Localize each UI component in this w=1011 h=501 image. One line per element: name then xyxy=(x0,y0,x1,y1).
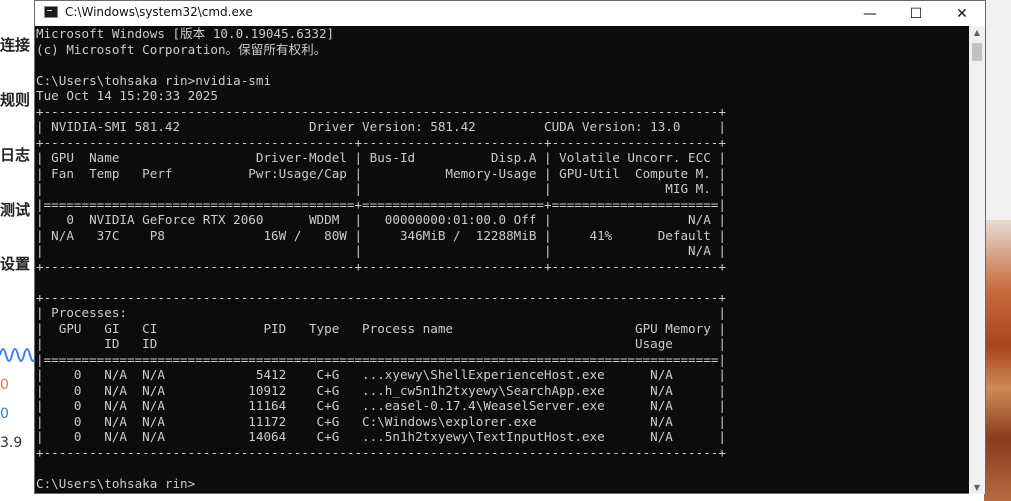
background-app: 连接 规则 日志 测试 设置 0 0 3.9 xyxy=(0,0,36,501)
background-menu-settings[interactable]: 设置 xyxy=(0,253,30,274)
background-photo xyxy=(984,220,1011,501)
console-line: (c) Microsoft Corporation。保留所有权利。 xyxy=(36,41,327,57)
console-line: | Processes: | xyxy=(36,305,726,320)
console-text: Microsoft Windows [版本 10.0.19045.6332] (… xyxy=(35,26,970,491)
traffic-wave-graph xyxy=(0,348,36,362)
console-line: +---------------------------------------… xyxy=(36,444,726,460)
download-speed-value: 0 xyxy=(0,406,9,422)
background-desktop xyxy=(984,0,1011,220)
console-line: | NVIDIA-SMI 581.42 Driver Version: 581.… xyxy=(36,119,726,134)
console-line: +---------------------------------------… xyxy=(36,103,726,119)
console-line: | ID ID Usage | xyxy=(36,336,726,351)
console-line: | N/A 37C P8 16W / 80W | 346MiB / 12288M… xyxy=(36,227,726,243)
maximize-button[interactable]: ☐ xyxy=(893,1,939,26)
console-line: | GPU GI CI PID Type Process name GPU Me… xyxy=(36,320,726,336)
scrollbar-thumb[interactable] xyxy=(972,43,982,61)
console-line: | | | N/A | xyxy=(36,243,726,258)
vertical-scrollbar[interactable]: ▲ ▼ xyxy=(969,26,985,494)
console-line: C:\Users\tohsaka rin>nvidia-smi xyxy=(36,72,272,88)
console-line: +---------------------------------------… xyxy=(36,258,726,274)
console-line: | 0 N/A N/A 11172 C+G C:\Windows\explore… xyxy=(36,413,726,429)
console-line: | GPU Name Driver-Model | Bus-Id Disp.A … xyxy=(36,150,726,165)
background-menu-rules[interactable]: 规则 xyxy=(0,89,30,110)
console-line: |=======================================… xyxy=(36,196,726,212)
minimize-button[interactable]: — xyxy=(847,1,893,26)
console-line: | 0 N/A N/A 5412 C+G ...xyewy\ShellExper… xyxy=(36,367,726,382)
console-line: Tue Oct 14 15:20:33 2025 xyxy=(36,88,218,103)
console-line: | 0 N/A N/A 14064 C+G ...5n1h2txyewy\Tex… xyxy=(36,429,726,444)
close-button[interactable]: ✕ xyxy=(939,1,985,26)
memory-value: 3.9 xyxy=(0,435,23,451)
console-line: | 0 NVIDIA GeForce RTX 2060 WDDM | 00000… xyxy=(36,212,726,227)
console-line: C:\Users\tohsaka rin> xyxy=(36,475,196,491)
cmd-icon xyxy=(44,6,58,18)
console-output[interactable]: Microsoft Windows [版本 10.0.19045.6332] (… xyxy=(35,26,970,494)
console-line: +---------------------------------------… xyxy=(36,289,726,305)
title-bar[interactable]: C:\Windows\system32\cmd.exe — ☐ ✕ xyxy=(35,1,985,26)
background-menu-test[interactable]: 测试 xyxy=(0,199,30,220)
console-line: |=======================================… xyxy=(36,351,726,367)
cmd-window: C:\Windows\system32\cmd.exe — ☐ ✕ Micros… xyxy=(34,0,986,494)
console-line: | | | MIG M. | xyxy=(36,181,726,196)
scroll-up-arrow-icon[interactable]: ▲ xyxy=(969,28,985,37)
console-line: +---------------------------------------… xyxy=(36,134,726,150)
console-line: | 0 N/A N/A 10912 C+G ...h_cw5n1h2txyewy… xyxy=(36,382,726,398)
console-line: | Fan Temp Perf Pwr:Usage/Cap | Memory-U… xyxy=(36,165,726,181)
console-line: | 0 N/A N/A 11164 C+G ...easel-0.17.4\We… xyxy=(36,398,726,413)
console-line: Microsoft Windows [版本 10.0.19045.6332] xyxy=(36,26,335,41)
window-title: C:\Windows\system32\cmd.exe xyxy=(65,5,253,19)
background-menu-connections[interactable]: 连接 xyxy=(0,34,30,55)
upload-speed-value: 0 xyxy=(0,377,9,393)
background-menu-logs[interactable]: 日志 xyxy=(0,144,30,165)
scroll-down-arrow-icon[interactable]: ▼ xyxy=(969,483,985,492)
